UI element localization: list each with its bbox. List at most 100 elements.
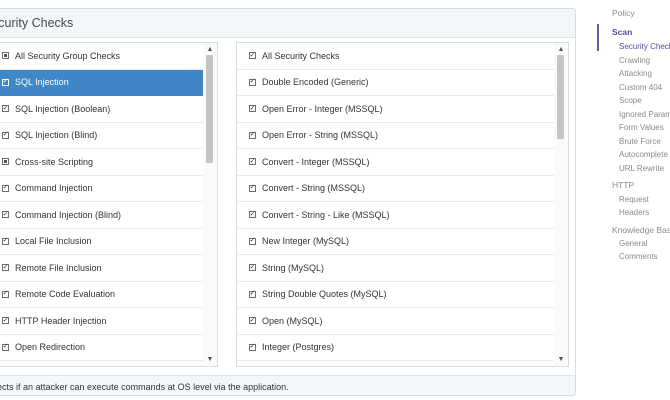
- left-scrollbar[interactable]: ▲ ▼: [203, 43, 217, 366]
- check-item-label: Open Error - String (MSSQL): [262, 130, 379, 141]
- scroll-thumb[interactable]: [557, 55, 564, 139]
- check-item-convert-string-mssql[interactable]: ✓ Convert - String (MSSQL): [237, 176, 556, 202]
- checkbox-checked-icon[interactable]: ✓: [249, 237, 256, 245]
- checkbox-checked-icon[interactable]: ✓: [249, 343, 256, 351]
- checkbox-checked-icon[interactable]: ✓: [249, 131, 256, 139]
- nav-comments[interactable]: Comments: [619, 252, 658, 261]
- security-checks-rows: ✓ All Security Checks ✓ Double Encoded (Gen…: [237, 43, 556, 366]
- right-scrollbar[interactable]: ▲ ▼: [554, 43, 568, 366]
- check-item-new-integer-mysql[interactable]: ✓ New Integer (MySQL): [237, 229, 556, 255]
- group-item-sql-injection-blind[interactable]: ✓ SQL Injection (Blind): [0, 123, 205, 149]
- group-item-all-security-group-checks[interactable]: All Security Group Checks: [0, 43, 205, 70]
- nav-form-values[interactable]: Form Values: [619, 123, 664, 132]
- check-item-label: String Double Quotes (MySQL): [262, 289, 387, 300]
- group-item-label: Cross-site Scripting: [15, 156, 94, 167]
- group-item-open-redirection[interactable]: ✓ Open Redirection: [0, 335, 205, 361]
- check-item-open-mysql[interactable]: ✓ Open (MySQL): [237, 308, 556, 335]
- nav-general[interactable]: General: [619, 239, 647, 248]
- check-item-convert-integer-mssql[interactable]: ✓ Convert - Integer (MSSQL): [237, 149, 556, 176]
- scroll-down-icon[interactable]: ▼: [554, 354, 568, 365]
- security-groups-list[interactable]: All Security Group Checks ✓ SQL Injection ✓…: [0, 42, 218, 367]
- scroll-down-icon[interactable]: ▼: [203, 354, 217, 365]
- group-item-label: SQL Injection (Blind): [15, 130, 98, 141]
- group-item-remote-code-evaluation[interactable]: ✓ Remote Code Evaluation: [0, 282, 205, 308]
- active-nav-indicator: [597, 24, 599, 51]
- group-item-command-injection[interactable]: ✓ Command Injection: [0, 176, 205, 202]
- group-item-cross-site-scripting[interactable]: Cross-site Scripting: [0, 149, 205, 176]
- nav-scope[interactable]: Scope: [619, 96, 642, 105]
- nav-autocomplete[interactable]: Autocomplete: [619, 150, 668, 159]
- check-item-label: Open (MySQL): [262, 315, 323, 326]
- check-item-label: Integer (Postgres): [262, 342, 335, 353]
- checkbox-checked-icon[interactable]: ✓: [249, 184, 256, 192]
- group-item-local-file-inclusion[interactable]: ✓ Local File Inclusion: [0, 229, 205, 255]
- check-item-all-security-checks[interactable]: ✓ All Security Checks: [237, 43, 556, 70]
- checkbox-checked-icon[interactable]: ✓: [249, 317, 256, 325]
- nav-knowledge-base[interactable]: Knowledge Base: [612, 225, 670, 235]
- checkbox-checked-icon[interactable]: ✓: [249, 105, 256, 113]
- nav-brute-force[interactable]: Brute Force: [619, 137, 661, 146]
- checkbox-checked-icon[interactable]: ✓: [2, 131, 9, 139]
- checkbox-checked-icon[interactable]: ✓: [2, 211, 9, 219]
- check-item-string-mysql[interactable]: ✓ String (MySQL): [237, 255, 556, 282]
- checkbox-checked-icon[interactable]: ✓: [249, 211, 256, 219]
- group-item-sql-injection-boolean[interactable]: ✓ SQL Injection (Boolean): [0, 96, 205, 123]
- group-item-label: Remote File Inclusion: [15, 262, 102, 273]
- checkbox-checked-icon[interactable]: ✓: [249, 78, 256, 86]
- nav-scan[interactable]: Scan: [612, 27, 632, 37]
- checkbox-checked-icon[interactable]: ✓: [2, 237, 9, 245]
- nav-request[interactable]: Request: [619, 195, 649, 204]
- check-item-integer-postgres[interactable]: ✓ Integer (Postgres): [237, 335, 556, 361]
- scroll-thumb[interactable]: [206, 55, 213, 163]
- group-item-command-injection-blind[interactable]: ✓ Command Injection (Blind): [0, 202, 205, 229]
- group-item-label: Open Redirection: [15, 342, 86, 353]
- group-item-label: Local File Inclusion: [15, 236, 92, 247]
- checkbox-checked-icon[interactable]: ✓: [2, 184, 9, 192]
- scroll-up-icon[interactable]: ▲: [203, 44, 217, 55]
- checkbox-checked-icon[interactable]: ✓: [2, 317, 9, 325]
- nav-http[interactable]: HTTP: [612, 180, 634, 190]
- nav-policy[interactable]: Policy: [612, 8, 635, 18]
- checkbox-checked-icon[interactable]: ✓: [2, 105, 9, 113]
- check-item-convert-string-like-mssql[interactable]: ✓ Convert - String - Like (MSSQL): [237, 202, 556, 229]
- check-item-open-error-integer-mssql[interactable]: ✓ Open Error - Integer (MSSQL): [237, 96, 556, 123]
- nav-url-rewrite[interactable]: URL Rewrite: [619, 164, 664, 173]
- scroll-up-icon[interactable]: ▲: [554, 44, 568, 55]
- checkbox-checked-icon[interactable]: ✓: [249, 52, 256, 60]
- nav-custom-404[interactable]: Custom 404: [619, 83, 662, 92]
- group-item-label: Remote Code Evaluation: [15, 289, 116, 300]
- checkbox-checked-icon[interactable]: ✓: [2, 290, 9, 298]
- check-item-label: Double Encoded (Generic): [262, 77, 369, 88]
- checkbox-partial-icon[interactable]: [2, 158, 9, 166]
- check-item-label: Convert - String (MSSQL): [262, 183, 366, 194]
- check-item-open-error-string-mssql[interactable]: ✓ Open Error - String (MSSQL): [237, 123, 556, 149]
- checkbox-checked-icon[interactable]: ✓: [2, 78, 9, 86]
- nav-security-checks[interactable]: Security Checks: [619, 42, 670, 51]
- check-item-label: New Integer (MySQL): [262, 236, 350, 247]
- checkbox-checked-icon[interactable]: ✓: [2, 264, 9, 272]
- group-item-label: SQL Injection (Boolean): [15, 103, 111, 114]
- checkbox-checked-icon[interactable]: ✓: [249, 264, 256, 272]
- checkbox-checked-icon[interactable]: ✓: [249, 290, 256, 298]
- nav-headers[interactable]: Headers: [619, 208, 649, 217]
- security-checks-list[interactable]: ✓ All Security Checks ✓ Double Encoded (Gen…: [236, 42, 569, 367]
- check-description-text: Detects if an attacker can execute comma…: [0, 381, 289, 392]
- nav-crawling[interactable]: Crawling: [619, 56, 650, 65]
- check-item-label: Open Error - Integer (MSSQL): [262, 103, 383, 114]
- group-item-http-header-injection[interactable]: ✓ HTTP Header Injection: [0, 308, 205, 335]
- security-groups-rows: All Security Group Checks ✓ SQL Injection ✓…: [0, 43, 205, 366]
- checkbox-partial-icon[interactable]: [2, 52, 9, 60]
- checkbox-checked-icon[interactable]: ✓: [2, 343, 9, 351]
- panel-header: Security Checks: [0, 9, 575, 38]
- check-item-label: Convert - String - Like (MSSQL): [262, 209, 390, 220]
- group-item-sql-injection[interactable]: ✓ SQL Injection: [0, 69, 205, 96]
- group-item-remote-file-inclusion[interactable]: ✓ Remote File Inclusion: [0, 255, 205, 282]
- nav-ignored-parameters[interactable]: Ignored Parameters: [619, 110, 670, 119]
- check-item-string-double-quotes-mysql[interactable]: ✓ String Double Quotes (MySQL): [237, 282, 556, 308]
- check-item-label: Convert - Integer (MSSQL): [262, 156, 370, 167]
- checkbox-checked-icon[interactable]: ✓: [249, 158, 256, 166]
- nav-attacking[interactable]: Attacking: [619, 69, 652, 78]
- check-item-double-encoded-generic[interactable]: ✓ Double Encoded (Generic): [237, 70, 556, 96]
- check-description: Detects if an attacker can execute comma…: [0, 375, 575, 395]
- settings-sidenav: Policy Scan Security Checks Crawling Attacki…: [597, 0, 670, 400]
